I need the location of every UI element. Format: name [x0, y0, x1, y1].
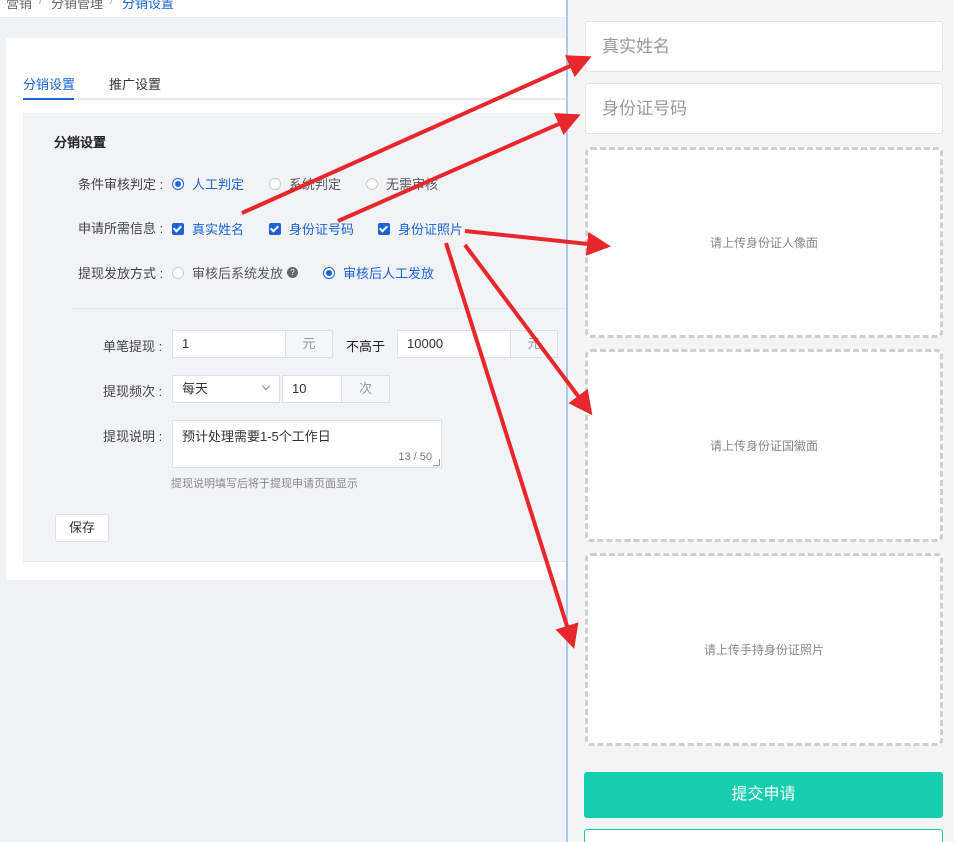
breadcrumb: 营销 / 分销管理 / 分销设置 — [0, 0, 567, 18]
save-button[interactable]: 保存 — [55, 514, 109, 542]
tab-distribution-settings[interactable]: 分销设置 — [23, 74, 75, 93]
description-label: 提现说明 : — [103, 429, 163, 444]
settings-panel: 分销设置 条件审核判定 : 人工判定 系统判定 无需审核 申请所需信息 : 真实… — [23, 113, 567, 561]
id-number-input[interactable]: 身份证号码 — [585, 83, 943, 134]
breadcrumb-item-marketing[interactable]: 营销 — [6, 0, 32, 12]
upload-id-handheld-label: 请上传手持身份证照片 — [703, 643, 824, 657]
frequency-count-input[interactable]: 10 — [282, 375, 342, 403]
required-id-photo-checkbox[interactable]: 身份证照片 — [378, 219, 463, 238]
single-withdraw-label: 单笔提现 : — [103, 339, 163, 354]
single-withdraw-min-input[interactable]: 1 — [172, 330, 286, 358]
breadcrumb-item-distribution-management[interactable]: 分销管理 — [51, 0, 103, 12]
radio-unselected-icon[interactable] — [172, 266, 184, 279]
resize-handle-icon[interactable] — [433, 459, 440, 466]
secondary-button[interactable] — [584, 829, 943, 842]
audit-option-none[interactable]: 无需审核 — [366, 174, 438, 193]
real-name-input[interactable]: 真实姓名 — [585, 21, 943, 72]
description-value: 预计处理需要1-5个工作日 — [182, 429, 331, 444]
radio-selected-icon[interactable] — [323, 266, 335, 279]
single-withdraw-max-input[interactable]: 10000 — [397, 330, 511, 358]
audit-option-manual[interactable]: 人工判定 — [172, 174, 244, 193]
payout-option-manual[interactable]: 审核后人工发放 — [323, 263, 434, 282]
upload-id-handheld[interactable]: 请上传手持身份证照片 — [585, 553, 943, 746]
frequency-label: 提现频次 : — [103, 384, 163, 399]
payout-option-system[interactable]: 审核后系统发放 ? — [172, 263, 299, 282]
payout-option-manual-label: 审核后人工发放 — [343, 266, 435, 281]
not-above-label: 不高于 — [346, 339, 386, 354]
required-real-name-label: 真实姓名 — [192, 222, 245, 237]
upload-id-front[interactable]: 请上传身份证人像面 — [585, 147, 943, 338]
radio-selected-icon[interactable] — [172, 177, 184, 190]
required-id-photo-label: 身份证照片 — [398, 222, 464, 237]
description-textarea[interactable]: 预计处理需要1-5个工作日 13 / 50 — [172, 420, 442, 468]
audit-option-manual-label: 人工判定 — [192, 177, 245, 192]
upload-id-back[interactable]: 请上传身份证国徽面 — [585, 349, 943, 542]
single-withdraw-min-unit: 元 — [285, 330, 333, 358]
tab-bar: 分销设置 推广设置 — [23, 66, 567, 100]
chevron-down-icon — [261, 381, 271, 391]
audit-label: 条件审核判定 : — [78, 177, 164, 192]
description-counter: 13 / 50 — [398, 451, 432, 463]
frequency-period-value: 每天 — [182, 381, 209, 396]
description-hint: 提现说明填写后将于提现申请页面显示 — [171, 478, 358, 490]
required-id-number-label: 身份证号码 — [289, 222, 355, 237]
required-real-name-checkbox[interactable]: 真实姓名 — [172, 219, 244, 238]
panel-bottom-border — [23, 561, 567, 562]
submit-application-button[interactable]: 提交申请 — [584, 772, 943, 818]
audit-option-system-label: 系统判定 — [289, 177, 342, 192]
section-title: 分销设置 — [54, 135, 107, 150]
section-divider — [72, 308, 567, 309]
breadcrumb-item-distribution-settings: 分销设置 — [122, 0, 175, 11]
payout-label: 提现发放方式 : — [78, 266, 164, 281]
settings-card: 分销设置 推广设置 分销设置 条件审核判定 : 人工判定 系统判定 无需审核 申… — [6, 38, 567, 580]
mobile-preview: 真实姓名 身份证号码 请上传身份证人像面 请上传身份证国徽面 请上传手持身份证照… — [566, 0, 954, 842]
radio-unselected-icon[interactable] — [269, 177, 281, 190]
required-id-number-checkbox[interactable]: 身份证号码 — [269, 219, 354, 238]
upload-id-back-label: 请上传身份证国徽面 — [709, 439, 818, 453]
frequency-count-unit: 次 — [341, 375, 390, 403]
checkbox-checked-icon[interactable] — [269, 222, 281, 235]
active-tab-indicator — [23, 98, 74, 100]
audit-option-system[interactable]: 系统判定 — [269, 174, 341, 193]
breadcrumb-separator: / — [39, 0, 43, 7]
question-circle-icon[interactable]: ? — [287, 267, 299, 278]
checkbox-checked-icon[interactable] — [378, 222, 390, 235]
single-withdraw-max-unit: 元 — [510, 330, 558, 358]
upload-id-front-label: 请上传身份证人像面 — [709, 236, 818, 250]
radio-unselected-icon[interactable] — [366, 177, 378, 190]
required-info-label: 申请所需信息 : — [78, 221, 164, 236]
tab-promotion-settings[interactable]: 推广设置 — [109, 74, 161, 93]
audit-option-none-label: 无需审核 — [386, 177, 439, 192]
checkbox-checked-icon[interactable] — [172, 222, 184, 235]
breadcrumb-separator: / — [110, 0, 114, 7]
payout-option-system-label: 审核后系统发放 — [192, 266, 284, 281]
frequency-period-select[interactable]: 每天 — [172, 375, 280, 403]
